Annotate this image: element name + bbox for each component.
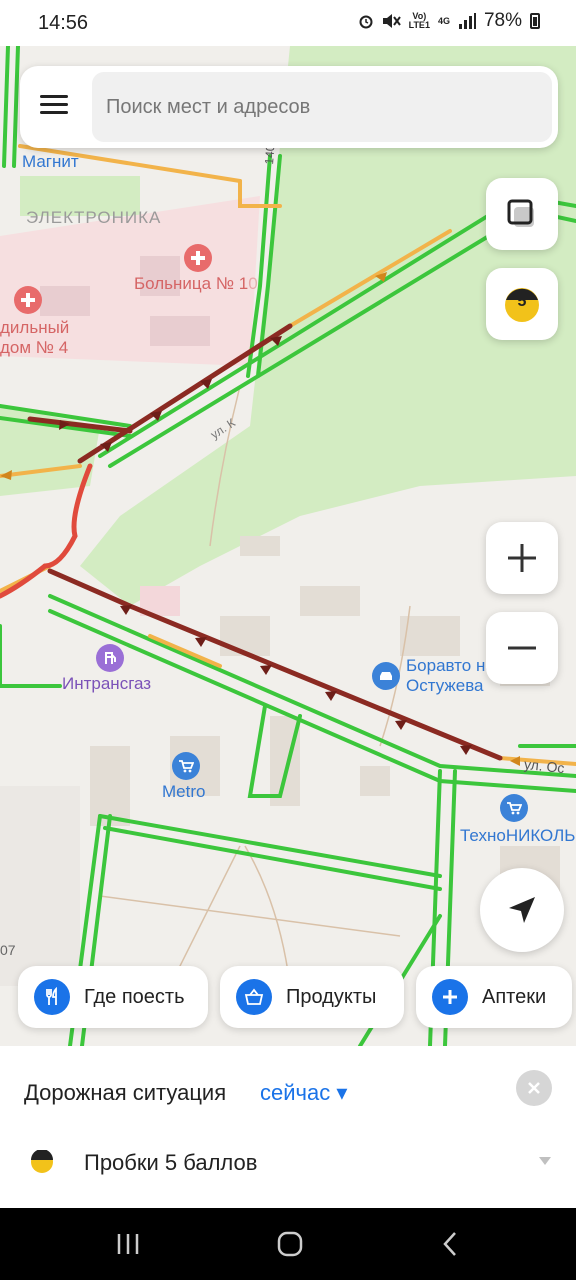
network-indicator: Vo) LTE1: [408, 11, 430, 30]
chip-groceries[interactable]: Продукты: [220, 966, 404, 1028]
status-time: 14:56: [38, 12, 89, 34]
search-input[interactable]: [92, 72, 552, 142]
plus-icon: [432, 979, 468, 1015]
plus-icon: [508, 544, 536, 572]
traffic-bottom-sheet: Дорожная ситуация сейчас ▾ Пробки 5 балл…: [0, 1046, 576, 1208]
building: [400, 616, 460, 656]
chip-label: Где поесть: [84, 985, 185, 1008]
close-button[interactable]: [516, 1070, 552, 1106]
navigation-arrow-icon: [509, 897, 535, 923]
car-service-icon[interactable]: [372, 662, 400, 690]
footpath: [169, 845, 241, 987]
building: [300, 586, 360, 616]
gas-station-icon[interactable]: [96, 644, 124, 672]
map-label-boravto-1[interactable]: Боравто на: [406, 656, 495, 676]
direction-arrow: [325, 691, 337, 701]
system-nav-bar: [0, 1208, 576, 1280]
my-location-button[interactable]: [480, 868, 564, 952]
building: [240, 536, 280, 556]
layers-icon: [507, 199, 534, 227]
map-label-intransgaz[interactable]: Интрансгаз: [62, 674, 151, 694]
traffic-level-icon: [31, 1150, 53, 1173]
direction-arrow: [195, 637, 207, 647]
building: [40, 286, 90, 316]
recent-apps-button[interactable]: [108, 1228, 148, 1260]
back-icon: [443, 1232, 456, 1256]
alarm-icon: [359, 15, 373, 29]
status-bar: 14:56 Vo) LTE1 4G 78%: [0, 0, 576, 46]
search-card: [20, 66, 558, 148]
road-free: [2, 46, 10, 168]
building: [360, 766, 390, 796]
map-label-boravto-2[interactable]: Остужева: [406, 676, 484, 696]
basket-icon: [236, 979, 272, 1015]
zoom-in-button[interactable]: [486, 522, 558, 594]
road-free: [103, 826, 442, 891]
map-label-maternity-2[interactable]: дом № 4: [0, 338, 68, 358]
sheet-title: Дорожная ситуация: [24, 1080, 227, 1105]
maternity-icon[interactable]: [14, 286, 42, 314]
chip-pharmacies[interactable]: Аптеки: [416, 966, 572, 1028]
house-number-label: 07: [0, 942, 16, 958]
status-icons: Vo) LTE1 4G 78%: [359, 10, 540, 32]
road-free: [98, 814, 442, 878]
direction-arrow: [260, 665, 272, 675]
direction-arrow: [120, 605, 132, 615]
minus-icon: [508, 646, 536, 650]
building: [220, 616, 270, 656]
home-icon: [277, 1231, 303, 1257]
battery-percent: 78%: [483, 10, 522, 31]
fork-knife-icon: [34, 979, 70, 1015]
chip-label: Аптеки: [482, 985, 547, 1008]
map-label-maternity-1[interactable]: дильный: [0, 318, 69, 338]
chip-where-to-eat[interactable]: Где поесть: [18, 966, 208, 1028]
road-jam-red: [0, 563, 48, 599]
mute-icon: [382, 14, 401, 28]
battery-icon: [530, 13, 540, 29]
layers-button[interactable]: [486, 178, 558, 250]
building: [150, 316, 210, 346]
shop-cart-icon[interactable]: [172, 752, 200, 780]
map-label-tekhnonikol[interactable]: ТехноНИКОЛЬ: [460, 826, 575, 846]
map-label-elektronika: ЭЛЕКТРОНИКА: [26, 208, 162, 227]
home-button[interactable]: [270, 1228, 310, 1260]
map-label-metro[interactable]: Metro: [162, 782, 205, 802]
hospital-icon[interactable]: [184, 244, 212, 272]
map-label-magnit[interactable]: Магнит: [22, 152, 79, 172]
direction-arrow: [395, 720, 407, 730]
traffic-button[interactable]: 5: [486, 268, 558, 340]
traffic-level: 5: [517, 293, 527, 310]
chevron-down-icon[interactable]: [538, 1156, 552, 1166]
time-selector[interactable]: сейчас ▾: [260, 1080, 347, 1106]
menu-button[interactable]: [40, 90, 70, 124]
signal-icon: [458, 13, 476, 29]
road-free: [12, 46, 20, 168]
recent-apps-icon: [117, 1234, 139, 1254]
chip-label: Продукты: [286, 985, 377, 1008]
shop-cart-icon[interactable]: [500, 794, 528, 822]
close-icon: [528, 1082, 540, 1094]
direction-arrow: [460, 745, 472, 755]
footpath: [99, 895, 401, 937]
hamburger-icon: [40, 95, 68, 98]
network-type: 4G: [437, 15, 450, 26]
road-free: [0, 624, 62, 688]
back-button[interactable]: [430, 1228, 470, 1260]
map-label-hospital[interactable]: Больница № 10: [134, 274, 258, 294]
zoom-out-button[interactable]: [486, 612, 558, 684]
traffic-status: Пробки 5 баллов: [84, 1150, 258, 1175]
